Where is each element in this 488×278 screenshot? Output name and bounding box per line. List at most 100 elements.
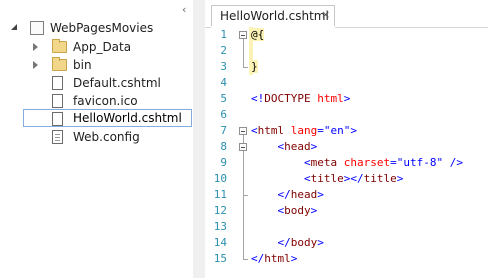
code-token: >	[350, 124, 357, 137]
line-number: 10	[213, 172, 227, 185]
code-line[interactable]: <!DOCTYPE html>	[251, 91, 350, 107]
code-line[interactable]: <body>	[251, 203, 318, 219]
line-number: 4	[220, 76, 227, 89]
tree-item-label: bin	[73, 58, 92, 72]
code-token: body	[284, 204, 311, 217]
line-number: 15	[213, 252, 227, 265]
tree-item-helloworld-cshtml[interactable]: HelloWorld.cshtml	[23, 109, 192, 127]
tree-item-webpagesmovies[interactable]: WebPagesMovies	[0, 19, 193, 37]
code-token: title	[310, 172, 344, 185]
explorer-splitter[interactable]	[193, 0, 205, 278]
code-line[interactable]: @{	[251, 27, 265, 43]
code-token: />	[443, 156, 463, 169]
tab-active-indicator	[211, 26, 335, 28]
file-icon	[52, 76, 63, 90]
code-token: >	[310, 204, 318, 217]
code-token: <	[303, 172, 311, 185]
line-number: 6	[220, 108, 227, 121]
code-line[interactable]: <html lang="en">	[251, 123, 357, 139]
code-token: =	[317, 124, 324, 137]
code-line[interactable]: </head>	[251, 187, 324, 203]
line-number: 13	[213, 220, 227, 233]
code-token: "en"	[323, 124, 351, 137]
collapse-region-icon[interactable]	[239, 31, 247, 39]
tab-helloworld[interactable]: HelloWorld.cshtml ×	[211, 5, 335, 27]
website-icon	[30, 21, 44, 35]
collapse-panel-icon[interactable]: ‹	[182, 3, 186, 16]
code-line[interactable]: <title></title>	[251, 171, 403, 187]
fold-guide	[243, 151, 244, 195]
code-token: charset	[343, 156, 391, 169]
code-token: ></	[343, 172, 364, 185]
code-token: lang	[290, 124, 318, 137]
tree-item-default-cshtml[interactable]: Default.cshtml	[0, 74, 193, 92]
tab-strip: HelloWorld.cshtml ×	[205, 0, 488, 28]
file-icon	[52, 112, 63, 126]
close-icon[interactable]: ×	[321, 8, 330, 21]
tab-title: HelloWorld.cshtml	[220, 9, 329, 23]
code-editor[interactable]: HelloWorld.cshtml × 1 2 3 4 5 6 7 8 9 10 11 12 13 14 1…	[205, 0, 488, 278]
code-token: >	[310, 140, 318, 153]
code-token: DOCTYPE	[264, 92, 311, 105]
code-token: >	[290, 252, 298, 265]
folder-icon	[52, 39, 67, 53]
collapse-region-icon[interactable]	[239, 127, 247, 135]
code-token: </	[251, 252, 265, 265]
tree-item-label: App_Data	[73, 40, 132, 54]
fold-guide	[243, 39, 244, 67]
tree-item-label: WebPagesMovies	[50, 21, 154, 35]
fold-end	[243, 259, 248, 260]
tree-item-app-data[interactable]: App_Data	[0, 38, 193, 56]
code-token: html	[317, 92, 344, 105]
line-number: 9	[220, 156, 227, 169]
code-token: <	[251, 124, 258, 137]
line-number: 3	[220, 60, 227, 73]
code-line[interactable]: }	[251, 59, 258, 75]
code-token: }	[251, 60, 258, 73]
code-line[interactable]: <meta charset="utf-8" />	[251, 155, 463, 171]
folder-icon	[52, 57, 67, 71]
code-token: >	[317, 188, 324, 201]
collapsed-arrow-icon[interactable]	[33, 61, 38, 69]
code-token: body	[290, 236, 318, 249]
file-icon	[52, 94, 63, 108]
line-number: 7	[220, 124, 227, 137]
tree-item-label: HelloWorld.cshtml	[73, 111, 182, 125]
collapse-region-icon[interactable]	[239, 143, 247, 151]
code-token: >	[396, 172, 404, 185]
tree-item-label: Web.config	[73, 130, 140, 144]
code-token: head	[284, 140, 311, 153]
code-line[interactable]: </html>	[251, 251, 297, 267]
code-token: >	[343, 92, 351, 105]
code-token: meta	[310, 156, 338, 169]
line-number: 1	[220, 28, 227, 41]
fold-end	[243, 195, 248, 196]
code-token: <!	[251, 92, 265, 105]
code-token: @{	[251, 28, 265, 41]
code-token: "utf-8"	[396, 156, 444, 169]
tree-item-web-config[interactable]: Web.config	[0, 128, 193, 146]
fold-end	[243, 67, 248, 68]
tree-item-favicon-ico[interactable]: favicon.ico	[0, 92, 193, 110]
line-number: 2	[220, 44, 227, 57]
code-token: </	[277, 236, 291, 249]
tree-item-label: favicon.ico	[73, 94, 138, 108]
code-line[interactable]: <head>	[251, 139, 318, 155]
code-token: </	[277, 188, 291, 201]
line-number: 14	[213, 236, 227, 249]
expanded-arrow-icon[interactable]	[11, 24, 17, 30]
solution-explorer: ‹ WebPagesMovies App_Databin Default.cshtm…	[0, 0, 193, 278]
tree-item-bin[interactable]: bin	[0, 56, 193, 74]
tree-item-label: Default.cshtml	[73, 76, 161, 90]
code-token: title	[363, 172, 397, 185]
code-line[interactable]: </body>	[251, 235, 324, 251]
collapsed-arrow-icon[interactable]	[33, 43, 38, 51]
code-token: html	[264, 252, 291, 265]
